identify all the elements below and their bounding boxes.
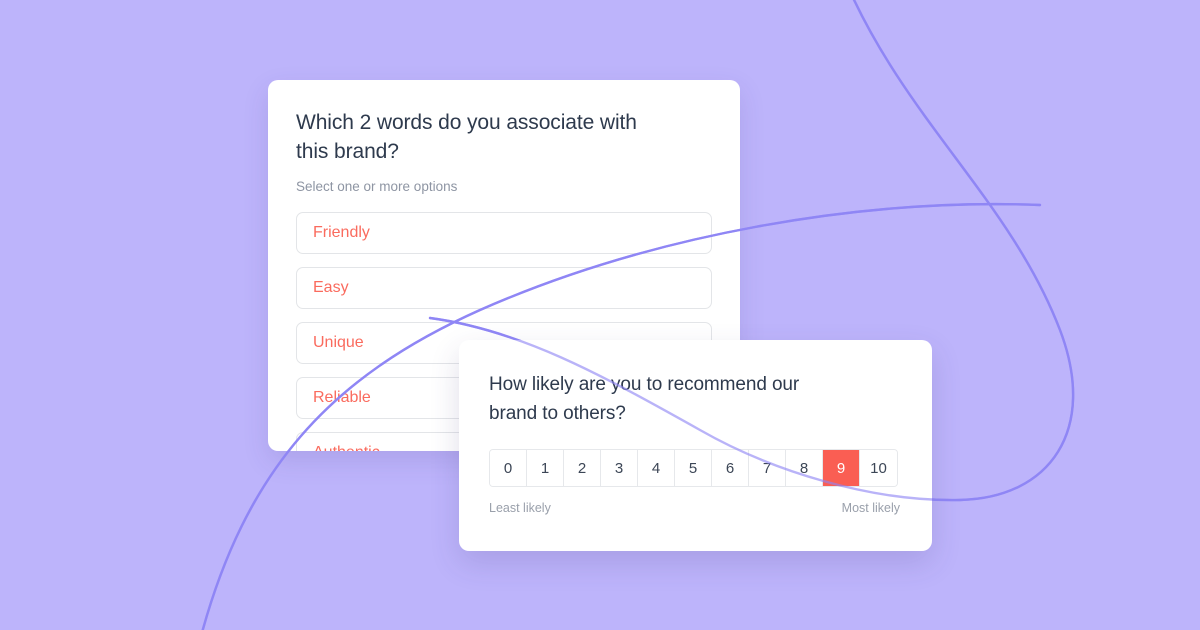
nps-scale: 0 1 2 3 4 5 6 7 8 9 10 <box>489 449 898 487</box>
nps-scale-cell-10[interactable]: 10 <box>860 450 897 486</box>
nps-scale-cell-2[interactable]: 2 <box>564 450 601 486</box>
nps-legend: Least likely Most likely <box>489 501 900 515</box>
nps-scale-cell-1[interactable]: 1 <box>527 450 564 486</box>
nps-scale-cell-5[interactable]: 5 <box>675 450 712 486</box>
word-option-friendly[interactable]: Friendly <box>296 212 712 254</box>
nps-scale-cell-6[interactable]: 6 <box>712 450 749 486</box>
nps-legend-least: Least likely <box>489 501 551 515</box>
word-option-label: Friendly <box>313 224 370 241</box>
nps-scale-cell-3[interactable]: 3 <box>601 450 638 486</box>
nps-scale-cell-8[interactable]: 8 <box>786 450 823 486</box>
word-association-question: Which 2 words do you associate with this… <box>296 111 637 163</box>
word-option-label: Unique <box>313 334 364 351</box>
nps-scale-cell-0[interactable]: 0 <box>490 450 527 486</box>
word-option-label: Authentic <box>313 444 380 451</box>
word-option-label: Reliable <box>313 389 371 406</box>
word-association-subtitle: Select one or more options <box>296 179 458 194</box>
nps-scale-cell-7[interactable]: 7 <box>749 450 786 486</box>
nps-question: How likely are you to recommend our bran… <box>489 374 800 424</box>
nps-legend-most: Most likely <box>841 501 900 515</box>
nps-body: How likely are you to recommend our bran… <box>459 340 932 515</box>
word-option-easy[interactable]: Easy <box>296 267 712 309</box>
nps-card: How likely are you to recommend our bran… <box>459 340 932 551</box>
nps-scale-cell-4[interactable]: 4 <box>638 450 675 486</box>
word-option-label: Easy <box>313 279 349 296</box>
poster-canvas: Which 2 words do you associate with this… <box>0 0 1200 630</box>
nps-scale-cell-9[interactable]: 9 <box>823 450 860 486</box>
